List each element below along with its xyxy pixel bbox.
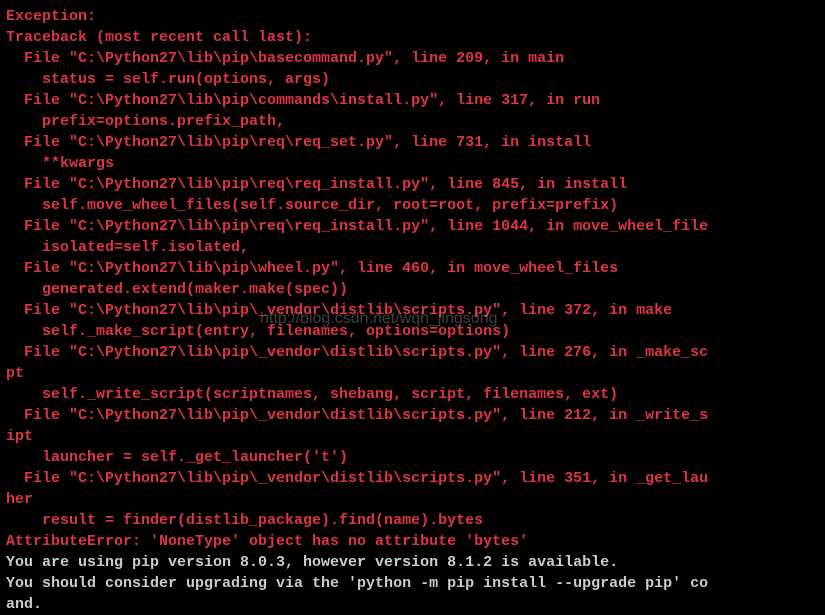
attribute-error: AttributeError: 'NoneType' object has no…	[6, 531, 819, 552]
traceback-frame-wrap: her	[6, 489, 819, 510]
traceback-header: Traceback (most recent call last):	[6, 27, 819, 48]
traceback-frame-wrap: ipt	[6, 426, 819, 447]
traceback-frame-code: self._write_script(scriptnames, shebang,…	[6, 384, 819, 405]
traceback-frame-code: **kwargs	[6, 153, 819, 174]
pip-upgrade-info: You should consider upgrading via the 'p…	[6, 573, 819, 594]
traceback-frame-file: File "C:\Python27\lib\pip\_vendor\distli…	[6, 300, 819, 321]
traceback-frame-file: File "C:\Python27\lib\pip\_vendor\distli…	[6, 342, 819, 363]
traceback-frame-code: result = finder(distlib_package).find(na…	[6, 510, 819, 531]
traceback-frame-code: self.move_wheel_files(self.source_dir, r…	[6, 195, 819, 216]
traceback-frame-code: status = self.run(options, args)	[6, 69, 819, 90]
traceback-frame-file: File "C:\Python27\lib\pip\basecommand.py…	[6, 48, 819, 69]
traceback-frame-code: launcher = self._get_launcher('t')	[6, 447, 819, 468]
traceback-frame-code: isolated=self.isolated,	[6, 237, 819, 258]
traceback-frame-file: File "C:\Python27\lib\pip\req\req_set.py…	[6, 132, 819, 153]
traceback-frame-code: prefix=options.prefix_path,	[6, 111, 819, 132]
traceback-frame-file: File "C:\Python27\lib\pip\_vendor\distli…	[6, 405, 819, 426]
traceback-frame-file: File "C:\Python27\lib\pip\req\req_instal…	[6, 174, 819, 195]
traceback-frame-file: File "C:\Python27\lib\pip\_vendor\distli…	[6, 468, 819, 489]
pip-version-info: You are using pip version 8.0.3, however…	[6, 552, 819, 573]
traceback-frame-file: File "C:\Python27\lib\pip\commands\insta…	[6, 90, 819, 111]
pip-upgrade-info-wrap: and.	[6, 594, 819, 615]
terminal-output: Exception: Traceback (most recent call l…	[6, 6, 819, 615]
exception-header: Exception:	[6, 6, 819, 27]
traceback-frame-file: File "C:\Python27\lib\pip\wheel.py", lin…	[6, 258, 819, 279]
traceback-frame-code: self._make_script(entry, filenames, opti…	[6, 321, 819, 342]
traceback-frame-wrap: pt	[6, 363, 819, 384]
traceback-frame-file: File "C:\Python27\lib\pip\req\req_instal…	[6, 216, 819, 237]
traceback-frame-code: generated.extend(maker.make(spec))	[6, 279, 819, 300]
